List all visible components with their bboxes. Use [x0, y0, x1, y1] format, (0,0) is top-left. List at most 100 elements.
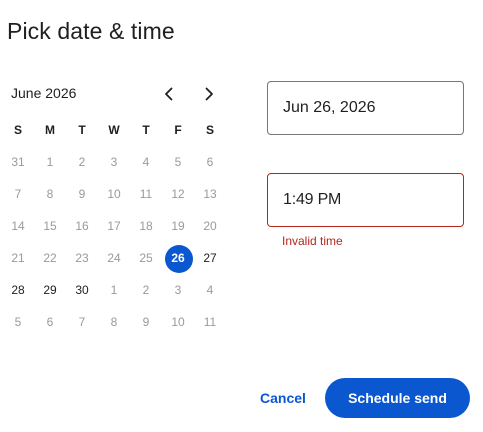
calendar-day-number: 13: [203, 187, 217, 201]
schedule-dialog: Pick date & time June 2026 S M T W T F S…: [0, 0, 483, 432]
calendar-day-number: 5: [174, 155, 182, 169]
calendar-day-number: 8: [110, 315, 118, 329]
time-error-message: Invalid time: [282, 234, 343, 248]
calendar-week-row: 14 15 16 17 18 19 20: [2, 210, 226, 242]
calendar-day[interactable]: 21: [2, 242, 34, 274]
calendar-header: June 2026: [11, 84, 226, 104]
calendar-day-number: 24: [107, 251, 121, 265]
weekday-label: T: [142, 123, 150, 137]
calendar-day[interactable]: 3: [98, 146, 130, 178]
calendar-weeks: 31 1 2 3 4 5 6 7 8 9 10 11 12 13 14 15 16 17 18 19 20 21 22 23 2…: [2, 146, 226, 338]
calendar-day-number: 8: [46, 187, 54, 201]
calendar-day-number: 1: [110, 283, 118, 297]
calendar-day-number: 7: [78, 315, 86, 329]
calendar-day[interactable]: 24: [98, 242, 130, 274]
calendar-day-number: 10: [171, 315, 185, 329]
calendar-day-number: 11: [139, 187, 153, 201]
calendar-week-row: 21 22 23 24 25 26 27: [2, 242, 226, 274]
chevron-right-icon: [205, 87, 213, 101]
date-field[interactable]: [267, 81, 464, 135]
calendar-day[interactable]: 1: [98, 274, 130, 306]
calendar-day-number: 15: [43, 219, 57, 233]
chevron-left-icon: [165, 87, 173, 101]
calendar-day[interactable]: 16: [66, 210, 98, 242]
calendar-day[interactable]: 17: [98, 210, 130, 242]
calendar-day[interactable]: 8: [98, 306, 130, 338]
calendar-day[interactable]: 31: [2, 146, 34, 178]
calendar-day[interactable]: 4: [130, 146, 162, 178]
calendar-day-number: 7: [14, 187, 22, 201]
calendar-day[interactable]: 5: [2, 306, 34, 338]
calendar-day[interactable]: 6: [34, 306, 66, 338]
calendar-day-number: 1: [46, 155, 54, 169]
calendar-day[interactable]: 7: [2, 178, 34, 210]
calendar-day[interactable]: 12: [162, 178, 194, 210]
calendar-week-row: 5 6 7 8 9 10 11: [2, 306, 226, 338]
weekday-label: S: [205, 123, 214, 137]
date-input[interactable]: [283, 82, 453, 134]
calendar-day[interactable]: 9: [66, 178, 98, 210]
calendar-day[interactable]: 29: [34, 274, 66, 306]
calendar-day[interactable]: 10: [98, 178, 130, 210]
weekday-label: S: [13, 123, 22, 137]
time-input[interactable]: [283, 174, 453, 226]
weekday-label: W: [108, 123, 120, 137]
calendar-day[interactable]: 20: [194, 210, 226, 242]
calendar-day-number: 6: [46, 315, 54, 329]
calendar-day[interactable]: 11: [194, 306, 226, 338]
calendar-day[interactable]: 2: [130, 274, 162, 306]
calendar-day[interactable]: 23: [66, 242, 98, 274]
calendar-day[interactable]: 13: [194, 178, 226, 210]
calendar-day-number: 25: [139, 251, 153, 265]
calendar-day-number: 17: [107, 219, 121, 233]
calendar-day[interactable]: 9: [130, 306, 162, 338]
calendar-day-number: 6: [206, 155, 214, 169]
calendar-day-number: 2: [142, 283, 150, 297]
weekday-label: T: [78, 123, 86, 137]
calendar-day-number: 11: [203, 315, 217, 329]
calendar-day[interactable]: 30: [66, 274, 98, 306]
calendar-day[interactable]: 22: [34, 242, 66, 274]
calendar-day[interactable]: 19: [162, 210, 194, 242]
calendar-day[interactable]: 27: [194, 242, 226, 274]
calendar-day-number: 21: [11, 251, 25, 265]
calendar-day[interactable]: 18: [130, 210, 162, 242]
calendar-day[interactable]: 7: [66, 306, 98, 338]
calendar-week-row: 28 29 30 1 2 3 4: [2, 274, 226, 306]
calendar-day[interactable]: 1: [34, 146, 66, 178]
calendar-day-number: 9: [78, 187, 86, 201]
calendar-day[interactable]: 11: [130, 178, 162, 210]
calendar-grid: S M T W T F S 31 1 2 3 4 5 6 7 8 9 10 11 12 13 14 15 16 1…: [2, 114, 226, 338]
calendar-day-number: 30: [75, 283, 89, 297]
calendar-day-number: 4: [142, 155, 150, 169]
weekday-label: F: [174, 123, 182, 137]
next-month-button[interactable]: [199, 84, 219, 104]
calendar-day[interactable]: 2: [66, 146, 98, 178]
calendar-day-number: 14: [11, 219, 25, 233]
calendar-day-number: 22: [43, 251, 57, 265]
calendar-day-number: 23: [75, 251, 89, 265]
calendar-day-number: 3: [110, 155, 118, 169]
calendar-day[interactable]: 8: [34, 178, 66, 210]
calendar-day[interactable]: 4: [194, 274, 226, 306]
calendar-day[interactable]: 15: [34, 210, 66, 242]
schedule-send-button[interactable]: Schedule send: [325, 378, 470, 418]
weekday-header-row: S M T W T F S: [2, 114, 226, 146]
cancel-button[interactable]: Cancel: [250, 379, 316, 417]
calendar-day[interactable]: 14: [2, 210, 34, 242]
calendar-day-number: 19: [171, 219, 185, 233]
calendar-day-selected[interactable]: 26: [162, 242, 194, 274]
previous-month-button[interactable]: [159, 84, 179, 104]
calendar-day[interactable]: 25: [130, 242, 162, 274]
calendar-day[interactable]: 6: [194, 146, 226, 178]
calendar-day[interactable]: 5: [162, 146, 194, 178]
calendar-day-number: 3: [174, 283, 182, 297]
calendar-day-number: 16: [75, 219, 89, 233]
calendar-day-number: 4: [206, 283, 214, 297]
calendar-day[interactable]: 3: [162, 274, 194, 306]
calendar-day[interactable]: 10: [162, 306, 194, 338]
month-label: June 2026: [11, 85, 77, 101]
calendar-day[interactable]: 28: [2, 274, 34, 306]
time-field[interactable]: [267, 173, 464, 227]
calendar-day-number: 31: [11, 155, 25, 169]
